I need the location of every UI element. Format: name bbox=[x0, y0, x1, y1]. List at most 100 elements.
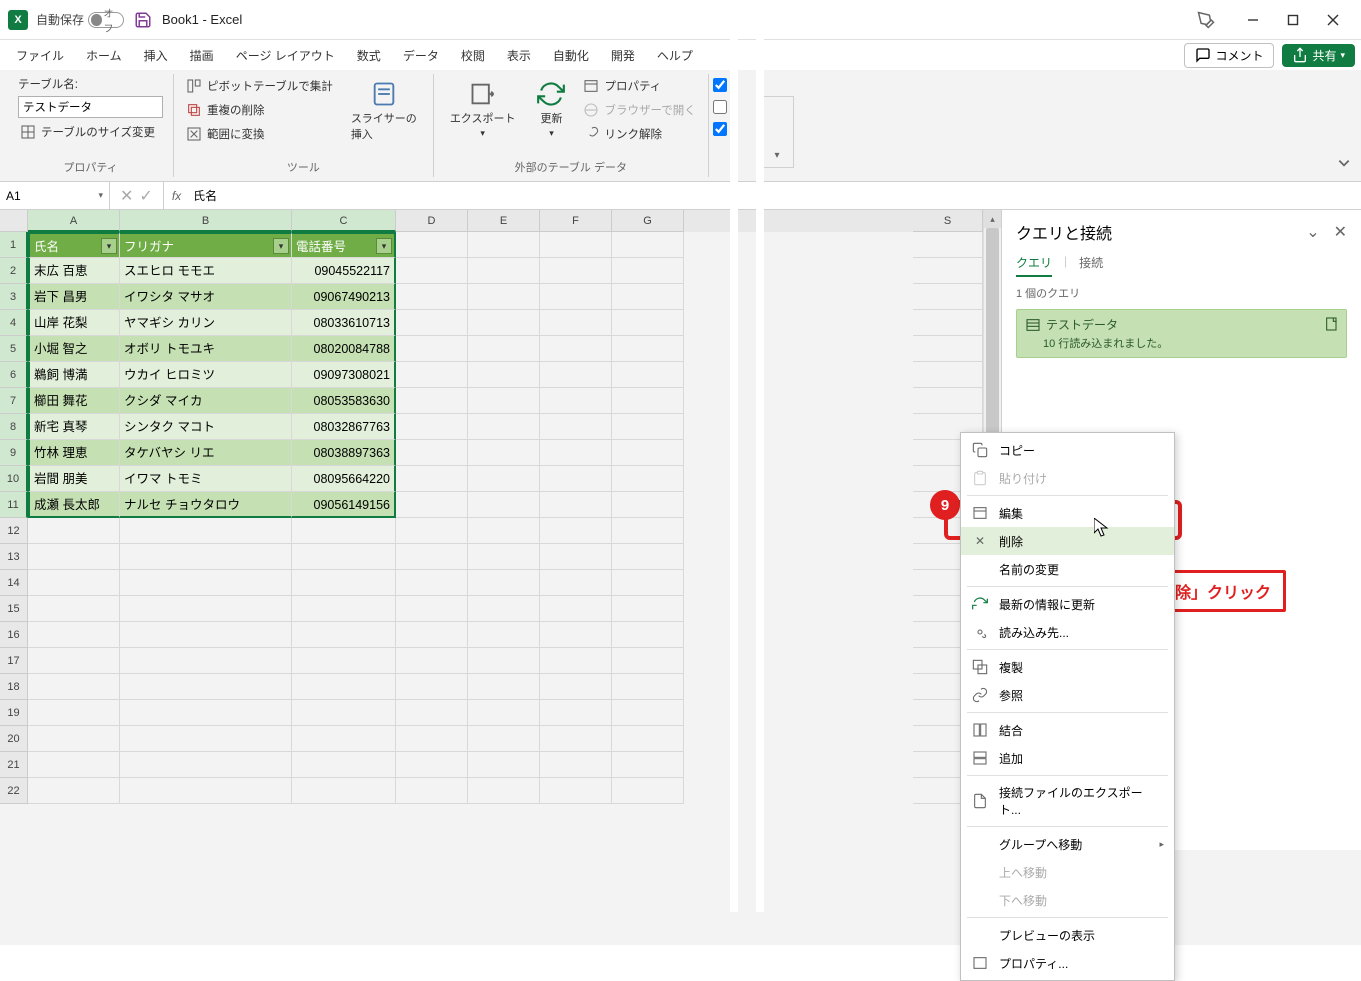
cell[interactable] bbox=[396, 466, 468, 492]
cell[interactable] bbox=[913, 362, 983, 388]
cell[interactable]: 末広 百恵 bbox=[28, 258, 120, 284]
cell[interactable] bbox=[540, 362, 612, 388]
cell[interactable] bbox=[913, 310, 983, 336]
cell[interactable] bbox=[612, 492, 684, 518]
row-header[interactable]: 10 bbox=[0, 466, 28, 492]
cell[interactable] bbox=[28, 622, 120, 648]
col-header-S[interactable]: S bbox=[913, 210, 983, 232]
cell[interactable]: ナルセ チョウタロウ bbox=[120, 492, 292, 518]
row-header[interactable]: 4 bbox=[0, 310, 28, 336]
cell[interactable] bbox=[396, 700, 468, 726]
cell[interactable]: ヤマギシ カリン bbox=[120, 310, 292, 336]
cell[interactable]: 09045522117 bbox=[292, 258, 396, 284]
pen-icon[interactable] bbox=[1197, 11, 1215, 29]
cell[interactable] bbox=[540, 414, 612, 440]
ctx-edit[interactable]: 編集 bbox=[961, 499, 1174, 527]
cell[interactable] bbox=[540, 466, 612, 492]
select-all-corner[interactable] bbox=[0, 210, 28, 232]
cell[interactable] bbox=[120, 674, 292, 700]
cell[interactable] bbox=[913, 258, 983, 284]
cell[interactable] bbox=[612, 414, 684, 440]
cell[interactable] bbox=[468, 622, 540, 648]
cell[interactable]: 新宅 真琴 bbox=[28, 414, 120, 440]
cell[interactable] bbox=[396, 232, 468, 258]
row-header[interactable]: 2 bbox=[0, 258, 28, 284]
cell[interactable] bbox=[468, 752, 540, 778]
cell[interactable]: 岩間 朋美 bbox=[28, 466, 120, 492]
cell[interactable] bbox=[540, 258, 612, 284]
cell[interactable] bbox=[468, 284, 540, 310]
cell[interactable] bbox=[612, 752, 684, 778]
cell[interactable] bbox=[28, 570, 120, 596]
cell[interactable] bbox=[292, 674, 396, 700]
cell[interactable]: イワマ トモミ bbox=[120, 466, 292, 492]
cell[interactable]: 09097308021 bbox=[292, 362, 396, 388]
cell[interactable] bbox=[468, 414, 540, 440]
query-card[interactable]: テストデータ 10 行読み込まれました。 bbox=[1016, 309, 1347, 358]
cell[interactable] bbox=[612, 622, 684, 648]
cell[interactable]: 08038897363 bbox=[292, 440, 396, 466]
ribbon-checkbox-2[interactable] bbox=[713, 100, 727, 114]
cell[interactable] bbox=[468, 570, 540, 596]
cell[interactable] bbox=[612, 310, 684, 336]
cell[interactable] bbox=[120, 778, 292, 804]
formula-value[interactable]: 氏名 bbox=[189, 187, 221, 204]
cell[interactable] bbox=[913, 284, 983, 310]
cell[interactable] bbox=[468, 518, 540, 544]
tab-view[interactable]: 表示 bbox=[497, 43, 541, 68]
row-header[interactable]: 3 bbox=[0, 284, 28, 310]
cell[interactable] bbox=[540, 284, 612, 310]
cell[interactable] bbox=[540, 778, 612, 804]
name-box[interactable]: A1▾ bbox=[0, 182, 110, 209]
cell[interactable] bbox=[612, 440, 684, 466]
cell[interactable] bbox=[120, 596, 292, 622]
cell[interactable] bbox=[540, 232, 612, 258]
cell[interactable] bbox=[28, 752, 120, 778]
cell[interactable] bbox=[468, 258, 540, 284]
cell[interactable] bbox=[913, 232, 983, 258]
col-header-F[interactable]: F bbox=[540, 210, 612, 232]
tab-developer[interactable]: 開発 bbox=[601, 43, 645, 68]
col-header-B[interactable]: B bbox=[120, 210, 292, 232]
row-header[interactable]: 9 bbox=[0, 440, 28, 466]
cell[interactable] bbox=[292, 622, 396, 648]
cell[interactable]: 08020084788 bbox=[292, 336, 396, 362]
cell[interactable]: 成瀬 長太郎 bbox=[28, 492, 120, 518]
cell[interactable] bbox=[468, 648, 540, 674]
cell[interactable]: スエヒロ モモエ bbox=[120, 258, 292, 284]
cell[interactable] bbox=[468, 544, 540, 570]
cell[interactable] bbox=[396, 440, 468, 466]
cell[interactable] bbox=[913, 336, 983, 362]
cell[interactable] bbox=[28, 518, 120, 544]
ctx-merge[interactable]: 結合 bbox=[961, 716, 1174, 744]
row-header[interactable]: 15 bbox=[0, 596, 28, 622]
ctx-duplicate[interactable]: 複製 bbox=[961, 653, 1174, 681]
cell[interactable]: 08033610713 bbox=[292, 310, 396, 336]
cell[interactable] bbox=[396, 648, 468, 674]
tab-automate[interactable]: 自動化 bbox=[543, 43, 599, 68]
cell[interactable] bbox=[468, 310, 540, 336]
cell[interactable]: 09056149156 bbox=[292, 492, 396, 518]
ctx-rename[interactable]: 名前の変更 bbox=[961, 555, 1174, 583]
share-button[interactable]: 共有 ▾ bbox=[1282, 44, 1355, 67]
maximize-button[interactable] bbox=[1273, 5, 1313, 35]
comments-button[interactable]: コメント bbox=[1184, 43, 1274, 68]
row-header[interactable]: 6 bbox=[0, 362, 28, 388]
cell[interactable] bbox=[28, 596, 120, 622]
cell[interactable]: クシダ マイカ bbox=[120, 388, 292, 414]
row-header[interactable]: 1 bbox=[0, 232, 28, 258]
minimize-button[interactable] bbox=[1233, 5, 1273, 35]
cell[interactable] bbox=[612, 700, 684, 726]
cell[interactable] bbox=[396, 674, 468, 700]
cell[interactable] bbox=[612, 362, 684, 388]
cell[interactable] bbox=[540, 674, 612, 700]
col-header-E[interactable]: E bbox=[468, 210, 540, 232]
cell[interactable] bbox=[396, 414, 468, 440]
table-name-input[interactable] bbox=[18, 96, 163, 118]
cell[interactable]: 小堀 智之 bbox=[28, 336, 120, 362]
fx-label[interactable]: fx bbox=[164, 189, 189, 203]
cell[interactable] bbox=[540, 518, 612, 544]
cell[interactable] bbox=[540, 544, 612, 570]
ctx-properties[interactable]: プロパティ... bbox=[961, 949, 1174, 977]
row-header[interactable]: 13 bbox=[0, 544, 28, 570]
